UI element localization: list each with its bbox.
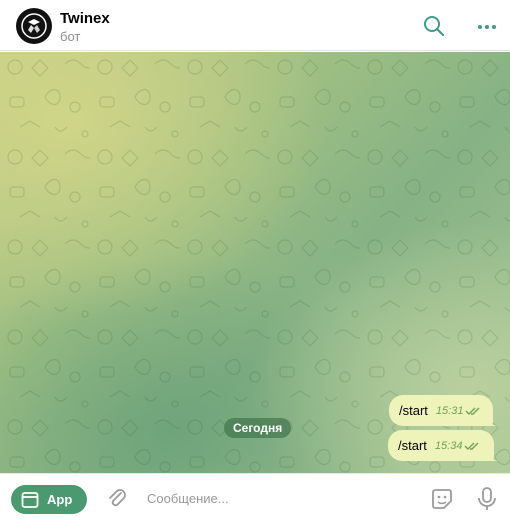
message-time: 15:34 [434,439,463,452]
app-button-label: App [47,492,73,507]
chat-subtitle: бот [60,29,81,44]
chat-title[interactable]: Twinex [60,10,110,27]
sticker-icon[interactable] [429,486,455,512]
paperclip-icon[interactable] [104,486,130,512]
date-separator: Сегодня [224,418,292,438]
message-text: /start [398,438,427,453]
chat-header: Twinex бот [0,0,510,51]
message-time: 15:31 [435,404,464,417]
twinex-logo-icon [21,13,47,39]
microphone-icon[interactable] [474,486,500,512]
message-bubble[interactable]: /start 15:34 [388,430,500,461]
app-button[interactable]: App [11,485,87,514]
search-icon[interactable] [421,13,447,39]
more-dots-icon[interactable] [474,13,500,39]
bubble-tail [487,416,499,426]
double-check-icon [465,406,481,416]
app-window-icon [21,491,39,508]
double-check-icon [464,441,480,451]
message-bubble[interactable]: /start 15:31 [389,395,499,426]
message-text: /start [399,403,428,418]
message-composer: App [0,473,510,520]
avatar[interactable] [16,8,52,44]
message-input[interactable] [147,488,407,508]
bubble-tail [488,451,500,461]
